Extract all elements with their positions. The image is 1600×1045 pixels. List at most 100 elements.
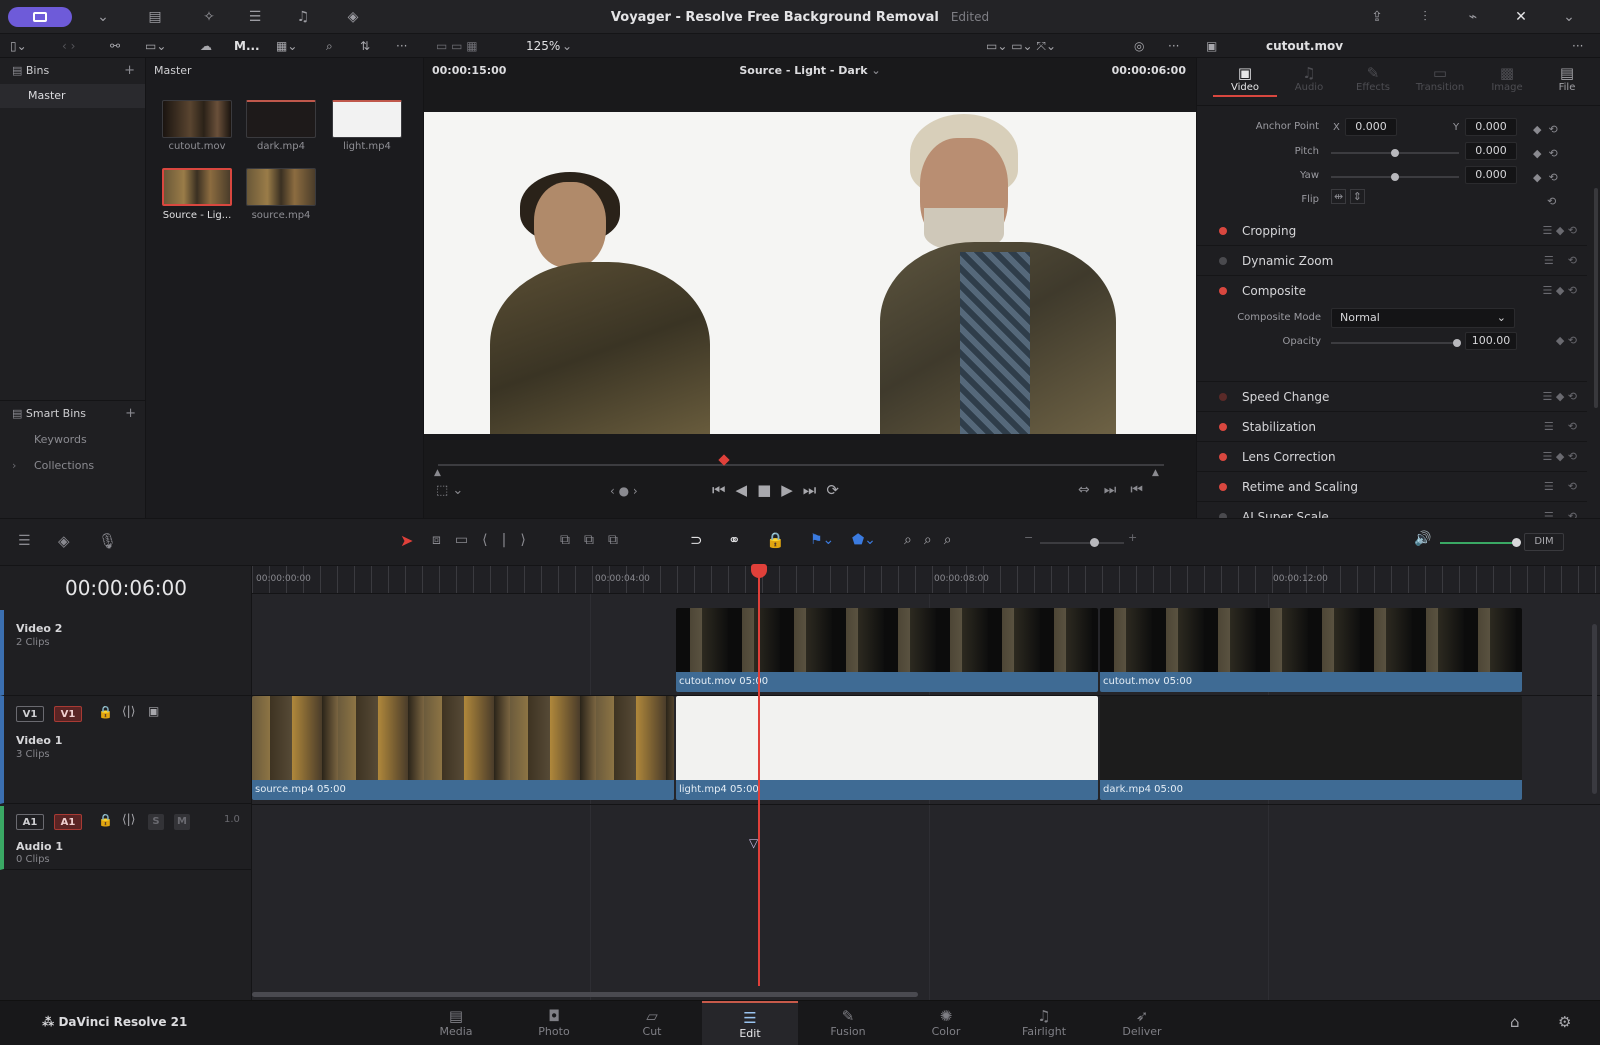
section-controls-icon[interactable]: ☰ ⟲ xyxy=(1544,420,1577,433)
home-icon[interactable]: ⌂ xyxy=(1510,1013,1520,1031)
lock-track-icon[interactable]: 🔒 xyxy=(98,813,113,827)
inspector-toggle-icon[interactable]: ✕ xyxy=(1508,6,1534,28)
clip-thumbnail[interactable] xyxy=(162,100,232,138)
reset-icon[interactable]: ⟲ xyxy=(1533,190,1573,214)
keyframe-icon[interactable]: ◆ ⟲ xyxy=(1533,166,1573,190)
enable-toggle[interactable] xyxy=(1219,287,1227,295)
snapping-icon[interactable]: ⊃ xyxy=(690,531,703,549)
destination-patch-v1[interactable]: V1 xyxy=(54,706,82,722)
insert-clip-icon[interactable]: ⧉ xyxy=(560,532,584,548)
linked-selection-icon[interactable]: ⚭ xyxy=(728,531,741,549)
stop-icon[interactable]: ■ xyxy=(757,481,781,499)
replace-clip-icon[interactable]: ⧉ xyxy=(608,532,632,548)
sidebar-toggle-icon[interactable]: ▯⌄ xyxy=(10,34,27,58)
out-point-marker[interactable]: ▲ xyxy=(1152,468,1159,478)
grid-view-icon[interactable]: ▦⌄ xyxy=(276,34,297,58)
zoom-in-icon[interactable]: + xyxy=(1128,531,1137,544)
mixer-icon[interactable]: ⫶ xyxy=(1412,6,1438,28)
page-cut[interactable]: ▱ Cut xyxy=(604,1001,700,1045)
bin-item-master[interactable]: Master xyxy=(0,84,145,108)
link-icon[interactable]: ⚯ xyxy=(110,34,120,58)
skip-end-icon[interactable]: ⏭ xyxy=(803,481,827,499)
next-edit-icon[interactable]: ⏭ xyxy=(1104,482,1131,498)
clip-thumbnail[interactable] xyxy=(246,168,316,206)
viewer-source-label[interactable]: Source - Light - Dark ⌄ xyxy=(424,64,1196,77)
more-options-icon[interactable]: ··· xyxy=(1572,34,1583,58)
keyframe-icon[interactable]: ◆ ⟲ xyxy=(1533,118,1573,142)
slider-knob[interactable] xyxy=(1453,339,1461,347)
smart-bin-keywords[interactable]: Keywords xyxy=(0,427,146,453)
auto-select-icon[interactable]: ⟨|⟩ xyxy=(122,812,135,826)
timeline-clip[interactable]: source.mp4 05:00 xyxy=(252,696,674,800)
marker-icon[interactable]: ⬟⌄ xyxy=(852,532,876,548)
enable-toggle[interactable] xyxy=(1219,453,1227,461)
slider-knob[interactable] xyxy=(1391,173,1399,181)
pitch-slider[interactable] xyxy=(1331,149,1459,157)
timeline-clip[interactable]: cutout.mov 05:00 xyxy=(676,608,1098,692)
tab-image[interactable]: ▩ Image xyxy=(1475,64,1539,93)
timeline-clip[interactable]: light.mp4 05:00 xyxy=(676,696,1098,800)
section-cropping[interactable]: Cropping ☰ ◆ ⟲ xyxy=(1197,216,1587,246)
keyframe-icon[interactable]: ◆ ⟲ xyxy=(1556,334,1577,347)
chevron-right-icon[interactable]: › xyxy=(12,453,16,479)
timeline-view-options-icon[interactable]: ☰ xyxy=(18,533,31,549)
composite-mode-select[interactable]: Normal ⌄ xyxy=(1331,308,1515,328)
zoom-detail-icon[interactable]: ⌕ xyxy=(924,532,944,548)
chevron-down-icon[interactable]: ⌄ xyxy=(1556,6,1582,28)
enable-toggle[interactable] xyxy=(1219,227,1227,235)
section-controls-icon[interactable]: ☰ ◆ ⟲ xyxy=(1542,284,1577,297)
gear-icon[interactable]: ⚙ xyxy=(1558,1013,1571,1031)
skip-start-icon[interactable]: ⏮ xyxy=(712,481,736,499)
metadata-icon[interactable]: ⌁ xyxy=(1460,6,1486,28)
dynamic-trim-icon[interactable]: ▭ xyxy=(455,532,482,548)
jog-wheel-icon[interactable]: ‹ ● › xyxy=(610,484,638,498)
lock-track-icon[interactable]: 🔒 xyxy=(98,705,113,719)
share-icon[interactable]: ⇪ xyxy=(1364,6,1390,28)
solo-button[interactable]: S xyxy=(148,814,164,830)
clip-view-icon[interactable]: ▭⌄ xyxy=(145,34,166,58)
page-photo[interactable]: ◘ Photo xyxy=(506,1001,602,1045)
section-controls-icon[interactable]: ☰ ◆ ⟲ xyxy=(1542,450,1577,463)
chevron-down-icon[interactable]: ⌄ xyxy=(562,34,572,58)
zoom-custom-icon[interactable]: ⌕ xyxy=(944,532,964,548)
section-controls-icon[interactable]: ☰ ⟲ xyxy=(1544,480,1577,493)
volume-icon[interactable]: 🔊 xyxy=(1414,531,1431,547)
sort-icon[interactable]: ⇅ xyxy=(360,34,370,58)
zoom-slider[interactable] xyxy=(1040,538,1124,547)
media-pool-label[interactable]: M... xyxy=(234,34,260,58)
more-options-icon[interactable]: ··· xyxy=(1168,34,1179,58)
page-deliver[interactable]: ➶ Deliver xyxy=(1094,1001,1190,1045)
position-lock-icon[interactable]: 🔒 xyxy=(766,531,785,549)
inspector-scrollbar[interactable] xyxy=(1594,188,1598,408)
zoom-full-icon[interactable]: ⌕ xyxy=(904,532,924,548)
viewer-options-icon[interactable]: ▭⌄ ▭⌄ ⤧⌄ xyxy=(986,34,1056,58)
section-dynamic-zoom[interactable]: Dynamic Zoom ☰ ⟲ xyxy=(1197,246,1587,276)
flip-vertical-icon[interactable]: ⇕ xyxy=(1349,189,1365,204)
play-reverse-icon[interactable]: ◀ xyxy=(736,481,758,499)
tab-transition[interactable]: ▭ Transition xyxy=(1405,64,1475,93)
section-controls-icon[interactable]: ☰ ◆ ⟲ xyxy=(1542,224,1577,237)
track-enable-icon[interactable]: ▣ xyxy=(148,704,159,718)
track-header-video-1[interactable]: V1 V1 🔒 ⟨|⟩ ▣ Video 1 3 Clips xyxy=(0,696,252,804)
pitch-field[interactable]: 0.000 xyxy=(1465,142,1517,160)
prev-edit-icon[interactable]: ⏮ xyxy=(1130,482,1157,498)
zoom-select[interactable]: 125% xyxy=(526,34,560,58)
audio-waveform-icon[interactable]: ◈ xyxy=(58,532,70,550)
overwrite-clip-icon[interactable]: ⧉ xyxy=(584,532,608,548)
destination-patch-a1[interactable]: A1 xyxy=(54,814,82,830)
timeline-thumbnail-selected[interactable] xyxy=(162,168,232,206)
smart-bin-collections[interactable]: › Collections xyxy=(0,453,146,479)
nav-back-forward-icon[interactable]: ‹ › xyxy=(62,34,75,58)
viewer-layout-icon[interactable]: ▭ ▭ ▦ xyxy=(436,34,478,58)
selection-tool-icon[interactable]: ➤ xyxy=(400,531,413,550)
dim-button[interactable]: DIM xyxy=(1524,533,1564,551)
mute-button[interactable]: M xyxy=(174,814,190,830)
color-picker-icon[interactable]: ◎ xyxy=(1134,34,1144,58)
timeline-clip[interactable]: dark.mp4 05:00 xyxy=(1100,696,1522,800)
in-point-marker[interactable]: ▲ xyxy=(434,468,441,478)
section-composite[interactable]: Composite ☰ ◆ ⟲ Composite Mode Normal ⌄ Op… xyxy=(1197,276,1587,382)
slider-knob[interactable] xyxy=(1512,538,1521,547)
enable-toggle[interactable] xyxy=(1219,393,1227,401)
auto-select-icon[interactable]: ⟨|⟩ xyxy=(122,704,135,718)
enable-toggle[interactable] xyxy=(1219,483,1227,491)
